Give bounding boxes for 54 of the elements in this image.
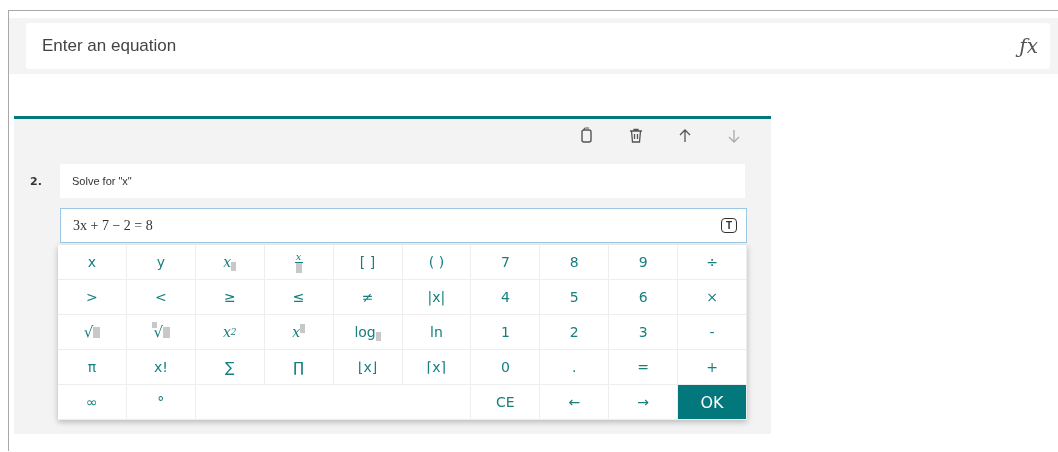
key[interactable]: x: [58, 245, 127, 280]
key[interactable]: ←: [540, 385, 610, 420]
key[interactable]: CE: [471, 385, 541, 420]
key[interactable]: ⌊x⌋: [333, 350, 403, 385]
key[interactable]: ⌈x⌉: [402, 350, 472, 385]
key[interactable]: 3: [609, 315, 679, 350]
question-title-field[interactable]: Solve for "x": [60, 164, 745, 198]
key[interactable]: 7: [471, 245, 541, 280]
key[interactable]: √: [58, 315, 127, 350]
key[interactable]: 4: [471, 280, 541, 315]
key[interactable]: +: [678, 350, 747, 385]
key[interactable]: ≤: [264, 280, 334, 315]
key[interactable]: π: [58, 350, 127, 385]
key[interactable]: 2: [540, 315, 610, 350]
key[interactable]: =: [609, 350, 679, 385]
key[interactable]: y: [126, 245, 196, 280]
delete-icon[interactable]: [627, 127, 645, 145]
key[interactable]: -: [678, 315, 747, 350]
key[interactable]: x$^{2}$: [195, 315, 265, 350]
key[interactable]: .: [540, 350, 610, 385]
key[interactable]: ≥: [195, 280, 265, 315]
key[interactable]: ∞: [58, 385, 127, 420]
key[interactable]: OK: [678, 385, 747, 420]
key[interactable]: °: [126, 385, 196, 420]
key[interactable]: ×: [678, 280, 747, 315]
key[interactable]: ln: [402, 315, 472, 350]
key[interactable]: x!: [126, 350, 196, 385]
key[interactable]: ∏: [264, 350, 334, 385]
equation-field[interactable]: Enter an equation ƒx: [26, 23, 1050, 69]
key[interactable]: >: [58, 280, 127, 315]
key[interactable]: √: [126, 315, 196, 350]
key[interactable]: ( ): [402, 245, 472, 280]
key[interactable]: [ ]: [333, 245, 403, 280]
answer-field[interactable]: 3x + 7 − 2 = 8 T: [60, 208, 747, 243]
key[interactable]: 6: [609, 280, 679, 315]
key[interactable]: ∑: [195, 350, 265, 385]
key[interactable]: x: [195, 245, 265, 280]
function-button[interactable]: ƒx: [1017, 34, 1040, 58]
key[interactable]: |x|: [402, 280, 472, 315]
key[interactable]: <: [126, 280, 196, 315]
key[interactable]: 9: [609, 245, 679, 280]
key[interactable]: 1: [471, 315, 541, 350]
key[interactable]: ÷: [678, 245, 747, 280]
answer-value: 3x + 7 − 2 = 8: [73, 217, 154, 234]
key[interactable]: 0: [471, 350, 541, 385]
key[interactable]: 5: [540, 280, 610, 315]
key[interactable]: →: [609, 385, 679, 420]
key[interactable]: x: [264, 245, 334, 280]
key[interactable]: x: [264, 315, 334, 350]
key[interactable]: ≠: [333, 280, 403, 315]
key[interactable]: log: [333, 315, 403, 350]
question-number: 2.: [30, 174, 43, 188]
key[interactable]: 8: [540, 245, 610, 280]
text-mode-button[interactable]: T: [720, 218, 737, 233]
